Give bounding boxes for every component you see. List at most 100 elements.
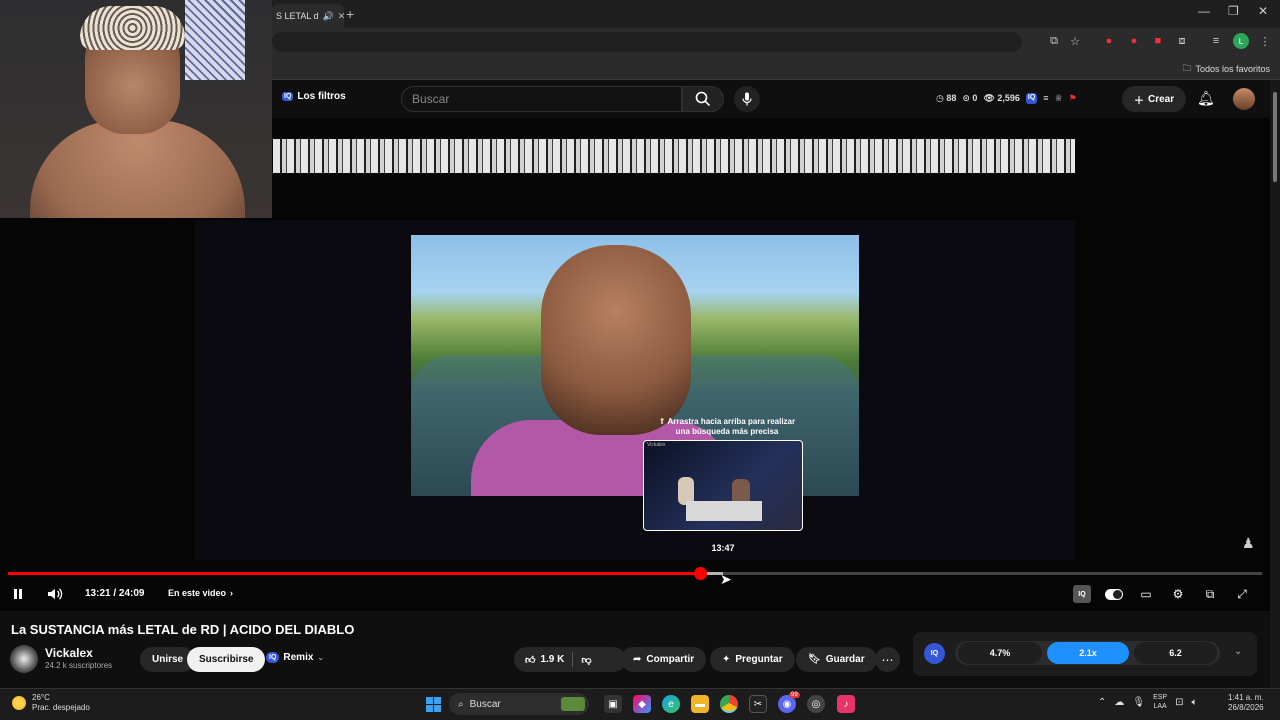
circle-stat: ⊙ 0 [962,93,978,103]
extension-badge-icon[interactable]: ● [1126,33,1142,49]
time-display: 13:21 / 24:09 [85,588,145,599]
notifications-bell-icon[interactable]: 🔔︎ [1197,90,1215,107]
iq-expand-chevron-icon[interactable]: ⌄ [1234,646,1242,657]
profile-icon[interactable]: L [1233,33,1249,49]
streamer-hair [80,6,185,50]
sun-icon [12,696,26,710]
like-button[interactable]: 👍︎ 1.9 K [514,654,564,666]
sparkle-icon: ✦ [722,654,731,665]
restore-icon[interactable]: ❐ [1228,4,1239,18]
iq-player-button[interactable]: IQ [1073,585,1091,603]
remix-label: Remix [283,652,314,663]
system-tray: ⌃ ☁ 🎙︎ ESP LAA ⊡ 🔈︎ [1098,693,1198,711]
autoplay-toggle[interactable] [1105,585,1123,603]
like-count: 1.9 K [540,654,565,665]
miniplayer-icon[interactable]: ⧉ [1201,585,1219,603]
taskbar-search-icon: ⌕ [458,698,464,710]
pause-button[interactable] [12,585,24,603]
subtitles-icon[interactable]: ▭ [1137,585,1155,603]
capcut-icon[interactable]: ✂ [749,695,767,713]
iq-metric-2[interactable]: 2.1x [1047,642,1129,664]
language-indicator[interactable]: ESP LAA [1153,693,1167,711]
ask-button[interactable]: ✦ Preguntar [710,647,795,672]
iq-logo[interactable]: IQ [924,643,945,664]
extension-square-icon[interactable]: ■ [1150,33,1166,49]
like-dislike-group: 👍︎ 1.9 K 👎︎ [514,647,626,672]
more-actions-button[interactable]: ⋯ [875,647,900,672]
media-control-icon[interactable]: ≡ [1208,33,1224,49]
channel-name[interactable]: Vickalex [45,646,93,660]
new-tab-button[interactable]: + [346,6,354,22]
onedrive-icon[interactable]: ☁ [1114,697,1124,708]
scrollbar-thumb[interactable] [1273,92,1277,182]
minimize-icon[interactable]: — [1198,4,1210,18]
channel-watermark-icon[interactable]: ♟ [1242,535,1255,552]
clock-stat: ◷ 88 [936,93,957,103]
file-explorer-icon[interactable]: ▬ [691,695,709,713]
browser-tab[interactable]: S LETAL d 🔊 ✕ [272,4,344,28]
ask-label: Preguntar [735,654,783,665]
tiktok-icon[interactable]: ♪ [837,695,855,713]
share-button[interactable]: ➦ Compartir [621,647,707,672]
close-window-icon[interactable]: ✕ [1258,4,1268,18]
subscribe-button[interactable]: Suscribirse [187,647,266,672]
settings-gear-icon[interactable]: ⚙ [1169,585,1187,603]
menu-kebab-icon[interactable]: ⋮ [1257,33,1273,49]
iq-badge: IQ [282,92,294,101]
address-bar[interactable] [272,32,1022,52]
windows-start-icon[interactable] [426,697,441,712]
weather-text: 26°C Prac. despejado [32,693,90,713]
filters-button[interactable]: IQ Los filtros [282,91,346,102]
dislike-button[interactable]: 👎︎ [581,654,591,666]
user-avatar[interactable] [1233,88,1255,110]
progress-played [8,572,701,575]
edge-icon[interactable]: e [662,695,680,713]
remix-button[interactable]: IQ Remix ⌄ [266,652,324,663]
iq-metric-1[interactable]: 4.7% [958,642,1042,664]
obs-icon[interactable]: ◎ [807,695,825,713]
list-icon[interactable]: ≡ [1043,93,1048,104]
iq-header-icon[interactable]: IQ [1025,93,1038,104]
all-bookmarks-button[interactable]: 🗀 Todos los favoritos [1182,61,1270,77]
close-tab-icon[interactable]: ✕ [338,11,344,22]
channel-avatar[interactable] [10,645,38,673]
fullscreen-icon[interactable]: ⤢ [1233,585,1251,603]
progress-bar[interactable] [8,567,1262,580]
search-input[interactable]: Buscar [401,86,682,112]
microphone-icon [742,92,752,106]
network-icon[interactable]: ⊡ [1175,697,1183,708]
volume-tray-icon[interactable]: 🔈︎ [1192,697,1198,708]
mic-tray-icon[interactable]: 🎙︎ [1132,697,1145,708]
chrome-icon[interactable] [720,695,738,713]
voice-search-button[interactable] [734,86,760,112]
preview-desk [686,501,762,521]
weather-widget[interactable]: 26°C Prac. despejado [12,693,90,713]
search-button[interactable] [682,86,724,112]
task-view-icon[interactable]: ▣ [604,695,622,713]
save-button[interactable]: 🔖︎ Guardar [796,647,877,672]
webcam-overlay [0,0,272,218]
taskbar-clock[interactable]: 1:41 a. m. 26/8/2026 [1228,693,1264,713]
extensions-puzzle-icon[interactable]: ⧈ [1174,33,1190,49]
install-app-icon[interactable]: ⧉ [1046,33,1062,49]
wall-poster [185,0,245,80]
tray-overflow-icon[interactable]: ⌃ [1098,697,1106,708]
create-button[interactable]: ＋ Crear [1122,86,1187,112]
alert-icon[interactable]: ⚑ [1069,93,1077,104]
chapters-button[interactable]: En este video › [168,588,233,598]
trophy-icon[interactable]: ♕ [1055,93,1063,104]
filters-label: Los filtros [297,91,346,102]
eye-stat: 👁 2,596 [983,93,1020,103]
copilot-icon[interactable]: ◆ [633,695,651,713]
subscriber-count: 24.2 k suscriptores [45,661,113,670]
iq-metric-3[interactable]: 6.2 [1134,642,1217,664]
volume-button[interactable] [47,585,63,603]
taskbar-search[interactable]: ⌕ Buscar [449,693,589,715]
remix-iq-badge: IQ [266,652,280,663]
face-shape [541,245,691,435]
bookmark-star-icon[interactable]: ☆ [1067,33,1083,49]
mouse-cursor-icon: ➤ [720,571,732,587]
search-highlight-icon [561,697,585,711]
extension-red-icon[interactable]: ● [1101,33,1117,49]
speaker-icon: 🔊 [322,10,334,21]
